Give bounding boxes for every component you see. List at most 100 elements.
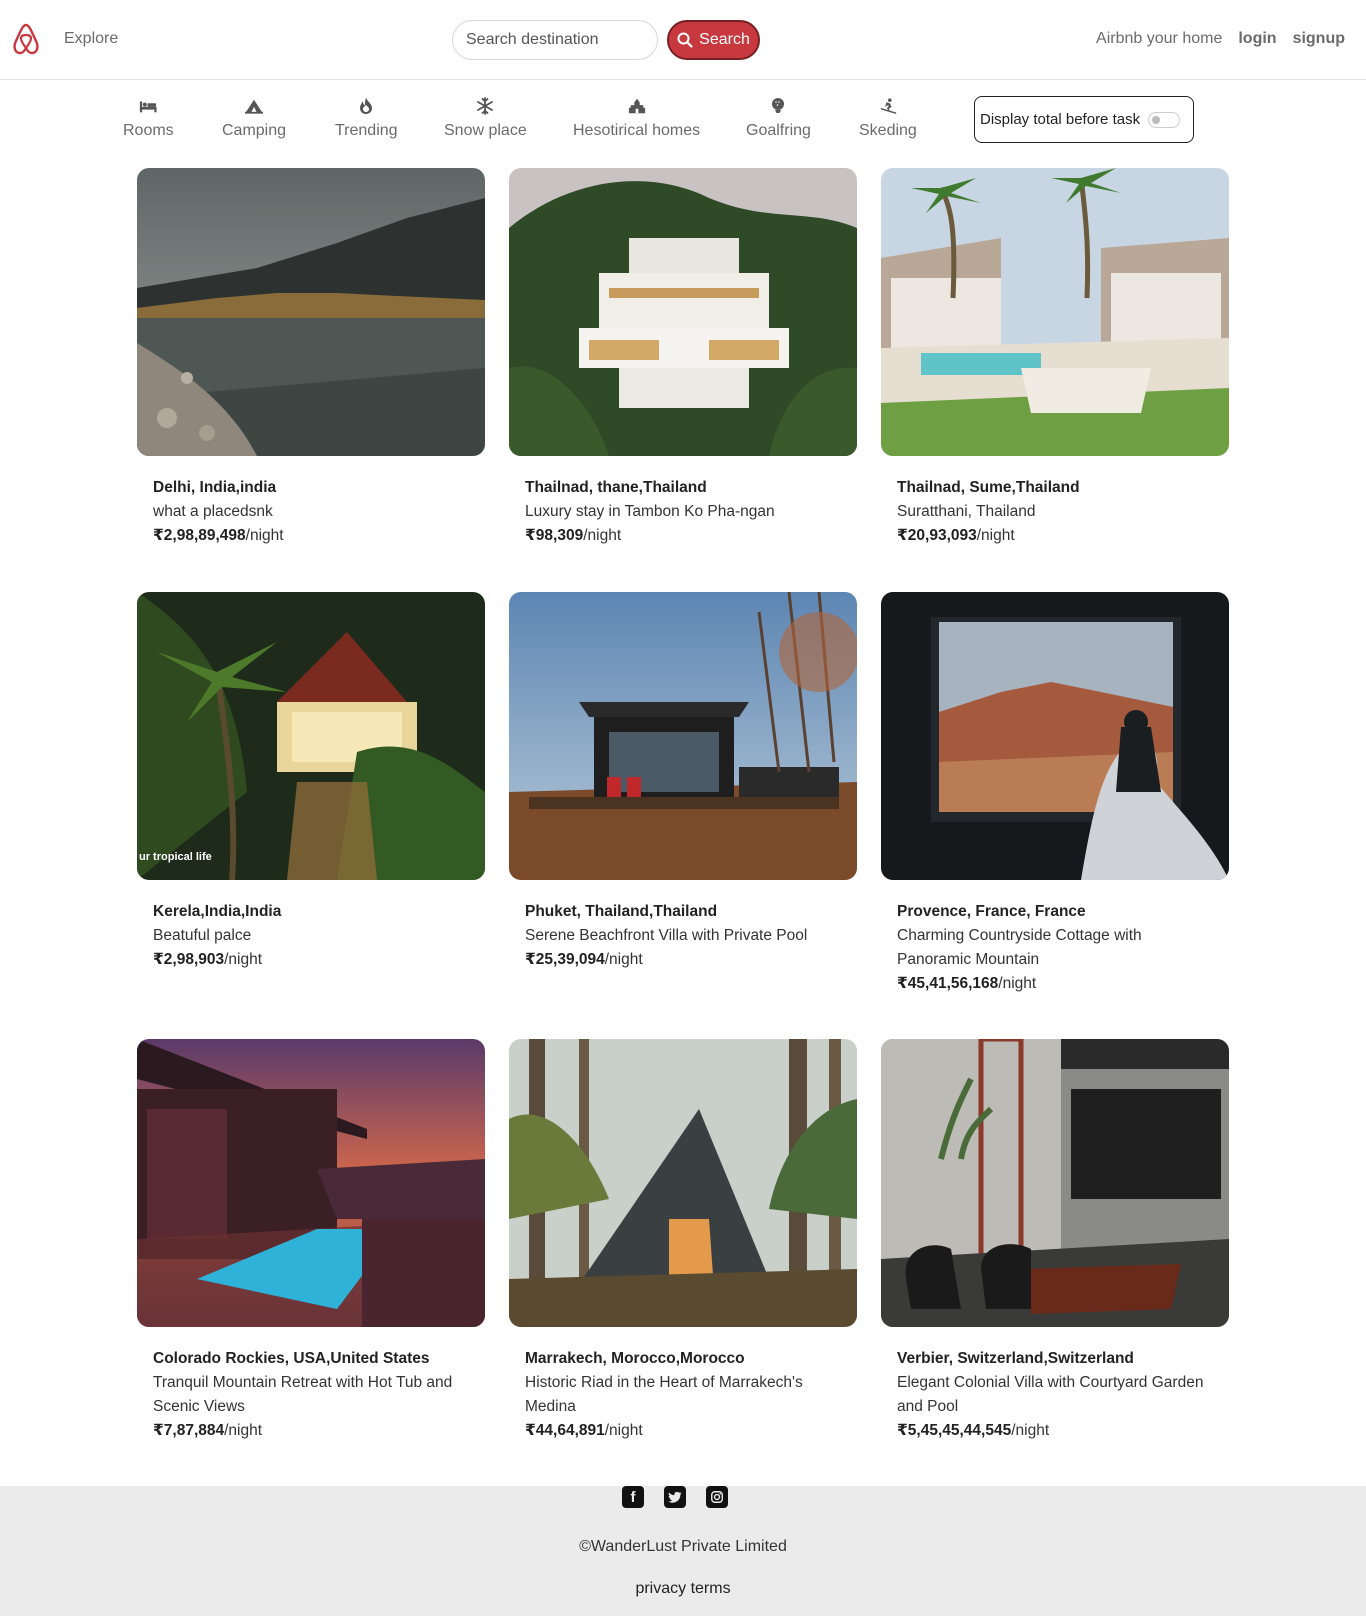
filter-rooms[interactable]: Rooms [123, 96, 174, 140]
login-link[interactable]: login [1238, 30, 1276, 48]
instagram-icon[interactable] [706, 1486, 728, 1508]
price-unit: /night [998, 975, 1037, 992]
listing-info: Delhi, India,india what a placedsnk ₹2,9… [137, 456, 485, 548]
monument-icon [626, 96, 648, 116]
filter-label: Goalfring [746, 122, 811, 139]
footer: f ©WanderLust Private Limited privacy te… [0, 1486, 1366, 1616]
listing-price: ₹5,45,45,44,545/night [897, 1419, 1213, 1443]
listing-card[interactable]: Marrakech, Morocco,Morocco Historic Riad… [509, 1039, 857, 1443]
filter-label: Camping [222, 122, 287, 139]
listing-title: Verbier, Switzerland,Switzerland [897, 1350, 1134, 1367]
privacy-terms-link[interactable]: privacy terms [0, 1580, 1366, 1598]
filter-label: Rooms [123, 122, 174, 139]
listing-card[interactable]: Thailnad, Sume,Thailand Suratthani, Thai… [881, 168, 1229, 548]
listing-card[interactable]: ur tropical life Kerela,India,India Beat… [137, 592, 485, 972]
listing-description: Tranquil Mountain Retreat with Hot Tub a… [153, 1374, 453, 1415]
copyright-text: ©WanderLust Private Limited [579, 1538, 787, 1555]
listing-title: Thailnad, thane,Thailand [525, 479, 707, 496]
listing-image[interactable] [509, 592, 857, 880]
listing-description: what a placedsnk [153, 503, 273, 520]
price-unit: /night [245, 527, 284, 544]
nav-actions: Airbnb your home login signup [1096, 30, 1345, 48]
listing-info: Marrakech, Morocco,Morocco Historic Riad… [509, 1327, 857, 1443]
price-unit: /night [976, 527, 1015, 544]
listing-title: Thailnad, Sume,Thailand [897, 479, 1080, 496]
listing-card[interactable]: Verbier, Switzerland,Switzerland Elegant… [881, 1039, 1229, 1443]
bed-icon [137, 96, 159, 116]
price-amount: ₹45,41,56,168 [897, 975, 999, 992]
filter-snow-place[interactable]: Snow place [444, 96, 527, 140]
listing-price: ₹44,64,891/night [525, 1419, 841, 1443]
listing-title: Colorado Rockies, USA,United States [153, 1350, 430, 1367]
listing-description: Charming Countryside Cottage with Panora… [897, 927, 1142, 968]
price-amount: ₹25,39,094 [525, 951, 605, 968]
listing-price: ₹45,41,56,168/night [897, 972, 1213, 996]
price-unit: /night [1011, 1422, 1050, 1439]
filter-historical-homes[interactable]: Hesotirical homes [573, 96, 700, 140]
search-button-label: Search [699, 31, 750, 48]
price-unit: /night [224, 951, 263, 968]
filter-golfing[interactable]: Goalfring [746, 96, 811, 140]
listing-image[interactable]: ur tropical life [137, 592, 485, 880]
price-amount: ₹7,87,884 [153, 1422, 225, 1439]
listing-price: ₹2,98,903/night [153, 948, 469, 972]
facebook-icon[interactable]: f [622, 1486, 644, 1508]
snowflake-icon [474, 96, 496, 116]
filter-label: Skeding [859, 122, 917, 139]
price-amount: ₹2,98,89,498 [153, 527, 246, 544]
listing-info: Verbier, Switzerland,Switzerland Elegant… [881, 1327, 1229, 1443]
listing-price: ₹2,98,89,498/night [153, 524, 469, 548]
listing-image[interactable] [881, 592, 1229, 880]
filter-camping[interactable]: Camping [222, 96, 286, 140]
golf-icon [767, 96, 789, 116]
search-input[interactable] [452, 20, 658, 60]
listing-card[interactable]: Thailnad, thane,Thailand Luxury stay in … [509, 168, 857, 548]
filter-skiing[interactable]: Skeding [859, 96, 917, 140]
airbnb-logo-icon[interactable] [10, 22, 42, 56]
price-unit: /night [583, 527, 622, 544]
host-link[interactable]: Airbnb your home [1096, 30, 1222, 48]
listing-card[interactable]: Colorado Rockies, USA,United States Tran… [137, 1039, 485, 1443]
listing-description: Beatuful palce [153, 927, 252, 944]
listing-card[interactable]: Phuket, Thailand,Thailand Serene Beachfr… [509, 592, 857, 972]
listing-image[interactable] [137, 1039, 485, 1327]
listing-image[interactable] [881, 168, 1229, 456]
tax-toggle-box: Display total before task [974, 96, 1194, 143]
listing-info: Colorado Rockies, USA,United States Tran… [137, 1327, 485, 1443]
listing-description: Elegant Colonial Villa with Courtyard Ga… [897, 1374, 1204, 1415]
listing-title: Marrakech, Morocco,Morocco [525, 1350, 745, 1367]
tax-toggle-label: Display total before task [980, 111, 1141, 128]
listing-description: Historic Riad in the Heart of Marrakech'… [525, 1374, 803, 1415]
listing-info: Kerela,India,India Beatuful palce ₹2,98,… [137, 880, 485, 972]
search-button[interactable]: Search [667, 20, 760, 60]
social-links: f [622, 1486, 728, 1508]
explore-link[interactable]: Explore [64, 30, 118, 48]
listing-info: Provence, France, France Charming Countr… [881, 880, 1229, 996]
listing-image[interactable] [881, 1039, 1229, 1327]
price-amount: ₹98,309 [525, 527, 584, 544]
listing-price: ₹25,39,094/night [525, 948, 841, 972]
filter-label: Snow place [444, 122, 527, 139]
listing-info: Thailnad, Sume,Thailand Suratthani, Thai… [881, 456, 1229, 548]
listing-image[interactable] [509, 168, 857, 456]
price-unit: /night [604, 1422, 643, 1439]
fire-icon [355, 96, 377, 116]
listing-info: Phuket, Thailand,Thailand Serene Beachfr… [509, 880, 857, 972]
listing-image[interactable] [137, 168, 485, 456]
listing-title: Delhi, India,india [153, 479, 277, 496]
listing-description: Luxury stay in Tambon Ko Pha-ngan [525, 503, 775, 520]
search-icon [677, 32, 693, 48]
listing-title: Provence, France, France [897, 903, 1086, 920]
signup-link[interactable]: signup [1293, 30, 1345, 48]
listing-image[interactable] [509, 1039, 857, 1327]
listing-card[interactable]: Provence, France, France Charming Countr… [881, 592, 1229, 996]
listing-price: ₹20,93,093/night [897, 524, 1213, 548]
tax-toggle-switch[interactable] [1148, 111, 1181, 128]
listing-card[interactable]: Delhi, India,india what a placedsnk ₹2,9… [137, 168, 485, 548]
price-amount: ₹44,64,891 [525, 1422, 605, 1439]
navbar: Explore Search Airbnb your home login si… [0, 0, 1366, 80]
filter-trending[interactable]: Trending [335, 96, 398, 140]
listing-price: ₹98,309/night [525, 524, 841, 548]
price-unit: /night [224, 1422, 263, 1439]
twitter-icon[interactable] [664, 1486, 686, 1508]
